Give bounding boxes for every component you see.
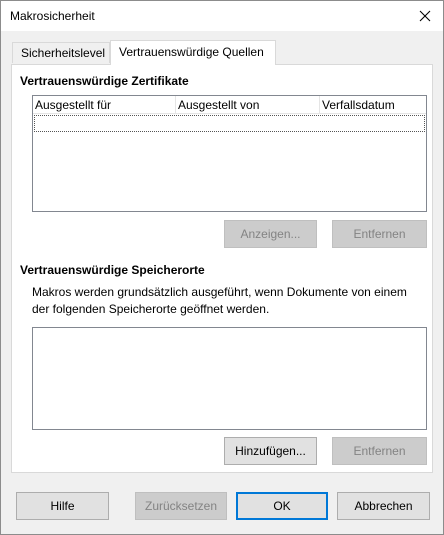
close-icon [419, 10, 431, 22]
column-header-issued-by[interactable]: Ausgestellt von [176, 96, 320, 114]
cancel-button[interactable]: Abbrechen [337, 492, 430, 520]
reset-button[interactable]: Zurücksetzen [135, 492, 227, 520]
window-title: Makrosicherheit [10, 9, 95, 23]
remove-location-button[interactable]: Entfernen [332, 437, 427, 465]
tab-label: Sicherheitslevel [21, 46, 106, 60]
title-bar: Makrosicherheit [1, 1, 443, 31]
tab-trusted-sources[interactable]: Vertrauenswürdige Quellen [110, 40, 276, 65]
locations-section-title: Vertrauenswürdige Speicherorte [20, 263, 205, 277]
help-button[interactable]: Hilfe [16, 492, 109, 520]
macro-security-dialog: Makrosicherheit Sicherheitslevel Vertrau… [0, 0, 444, 535]
close-button[interactable] [407, 1, 443, 31]
focus-rectangle [34, 115, 425, 132]
column-header-issued-to[interactable]: Ausgestellt für [33, 96, 176, 114]
tab-label: Vertrauenswürdige Quellen [119, 45, 264, 59]
add-location-button[interactable]: Hinzufügen... [224, 437, 317, 465]
ok-button[interactable]: OK [236, 492, 328, 520]
locations-description: Makros werden grundsätzlich ausgeführt, … [32, 285, 407, 316]
certificates-section-title: Vertrauenswürdige Zertifikate [20, 74, 189, 88]
remove-certificate-button[interactable]: Entfernen [332, 220, 427, 248]
tab-security-level[interactable]: Sicherheitslevel [12, 42, 110, 63]
tab-panel: Vertrauenswürdige Zertifikate Ausgestell… [11, 64, 433, 473]
locations-list[interactable] [32, 327, 427, 430]
certificates-list[interactable]: Ausgestellt für Ausgestellt von Verfalls… [32, 95, 427, 212]
show-certificate-button[interactable]: Anzeigen... [224, 220, 317, 248]
column-header-expiry-date[interactable]: Verfallsdatum [320, 96, 426, 114]
